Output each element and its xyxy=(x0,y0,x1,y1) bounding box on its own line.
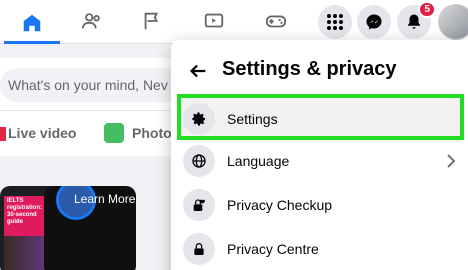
language-menu-item[interactable]: Language xyxy=(179,138,464,184)
lock-icon xyxy=(183,233,215,265)
watch-tab[interactable] xyxy=(186,4,242,38)
messenger-icon xyxy=(366,14,382,30)
top-navigation-bar: 5 xyxy=(0,0,468,44)
messenger-button[interactable] xyxy=(357,5,391,39)
language-label: Language xyxy=(227,153,290,169)
friends-tab[interactable] xyxy=(64,4,120,38)
pages-tab[interactable] xyxy=(124,4,180,38)
panel-title: Settings & privacy xyxy=(222,58,397,80)
gear-icon xyxy=(183,103,215,135)
privacy-centre-label: Privacy Centre xyxy=(227,241,319,257)
settings-label: Settings xyxy=(227,111,278,127)
chevron-right-icon xyxy=(447,154,456,168)
live-video-icon xyxy=(0,127,6,141)
home-tab[interactable] xyxy=(4,4,60,44)
photo-video-button[interactable]: Photo/ xyxy=(132,125,176,141)
lock-heart-icon xyxy=(183,189,215,221)
notifications-button[interactable]: 5 xyxy=(397,1,436,39)
settings-menu-item[interactable]: Settings xyxy=(179,96,464,142)
sponsored-story-card[interactable]: Learn More xyxy=(44,186,136,270)
back-arrow-icon[interactable] xyxy=(187,60,209,82)
flag-icon xyxy=(144,12,159,30)
privacy-checkup-label: Privacy Checkup xyxy=(227,197,333,213)
gaming-tab[interactable] xyxy=(248,4,304,38)
account-avatar[interactable] xyxy=(438,4,468,40)
notifications-badge: 5 xyxy=(418,1,436,18)
learn-more-button[interactable]: Learn More xyxy=(74,192,135,206)
home-icon xyxy=(23,14,41,31)
watch-icon xyxy=(204,13,224,28)
live-video-button[interactable]: Live video xyxy=(8,125,76,141)
grid-menu-icon xyxy=(327,14,343,30)
privacy-checkup-menu-item[interactable]: Privacy Checkup xyxy=(179,182,464,228)
globe-icon xyxy=(183,145,215,177)
friends-icon xyxy=(81,13,100,29)
privacy-centre-menu-item[interactable]: Privacy Centre xyxy=(179,226,464,270)
gaming-icon xyxy=(265,15,287,28)
menu-button[interactable] xyxy=(318,5,352,39)
photo-icon xyxy=(104,123,124,143)
settings-privacy-panel: Settings & privacy Settings Language Pri… xyxy=(171,40,468,270)
